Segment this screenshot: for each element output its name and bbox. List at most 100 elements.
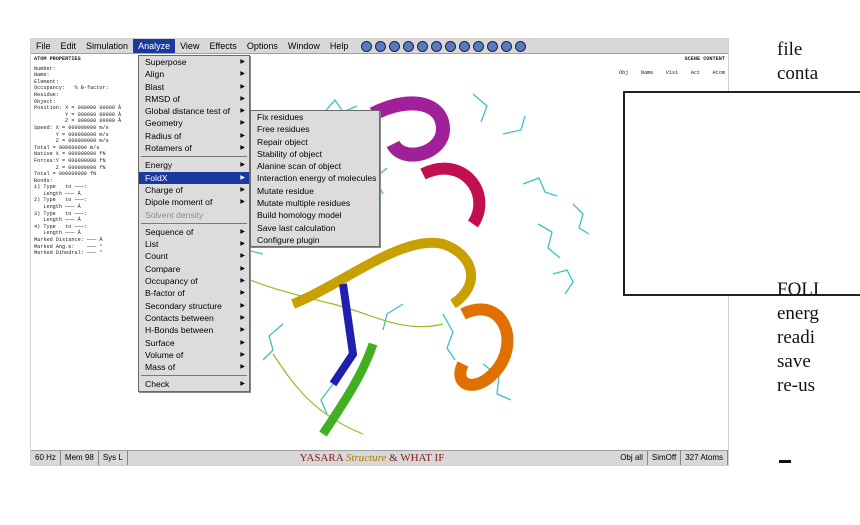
helix-purple bbox=[369, 96, 451, 162]
menu-item-global-distance-test-of[interactable]: Global distance test of bbox=[139, 105, 249, 118]
property-row: Z = 000000000 m/s bbox=[34, 138, 109, 145]
menu-item-surface[interactable]: Surface bbox=[139, 337, 249, 350]
toolbar-icon[interactable] bbox=[487, 40, 499, 52]
foldx-submenu: Fix residues Free residues Repair object St… bbox=[250, 110, 380, 248]
menu-help[interactable]: Help bbox=[325, 39, 354, 53]
toolbar-icon[interactable] bbox=[473, 40, 485, 52]
menu-file[interactable]: File bbox=[31, 39, 56, 53]
menu-window[interactable]: Window bbox=[283, 39, 325, 53]
property-row: Forces:Y = 000000000 fN bbox=[34, 157, 106, 164]
menu-item-occupancy-of[interactable]: Occupancy of bbox=[139, 275, 249, 288]
slide-line bbox=[777, 158, 860, 182]
menu-item-mass-of[interactable]: Mass of bbox=[139, 361, 249, 374]
mem-readout: Mem 98 bbox=[61, 451, 99, 465]
property-row: Marked Dihedral: ——— ° bbox=[34, 250, 103, 257]
property-row: Occupancy: % B-factor: bbox=[34, 85, 109, 92]
menu-item-energy[interactable]: Energy bbox=[139, 159, 249, 172]
toolbar-icon[interactable] bbox=[445, 40, 457, 52]
property-row: Speed: X = 000000000 m/s bbox=[34, 124, 109, 131]
property-row: Marked Ang.e: ——— ° bbox=[34, 243, 103, 250]
menu-item-compare[interactable]: Compare bbox=[139, 263, 249, 276]
slide-line: readi bbox=[777, 327, 815, 348]
menu-analyze[interactable]: Analyze bbox=[133, 39, 176, 53]
slide-line: save bbox=[777, 351, 811, 372]
property-row: Z = 000000 00000 Å bbox=[34, 118, 122, 125]
foldx-item-interaction-energy-of-molecules[interactable]: Interaction energy of molecules bbox=[251, 172, 379, 184]
menu-item-rotamers-of[interactable]: Rotamers of bbox=[139, 142, 249, 155]
menu-item-superpose[interactable]: Superpose bbox=[139, 56, 249, 69]
slide-line bbox=[777, 206, 860, 230]
menu-item-radius-of[interactable]: Radius of bbox=[139, 130, 249, 143]
toolbar-icon[interactable] bbox=[417, 40, 429, 52]
menu-options[interactable]: Options bbox=[242, 39, 283, 53]
menu-edit[interactable]: Edit bbox=[56, 39, 82, 53]
menu-item-check[interactable]: Check bbox=[139, 378, 249, 391]
menu-item-count[interactable]: Count bbox=[139, 250, 249, 263]
menubar: File Edit Simulation Analyze View Effect… bbox=[31, 39, 728, 54]
foldx-item-mutate-residue[interactable]: Mutate residue bbox=[251, 185, 379, 197]
property-row: Native X = 000000000 fN bbox=[34, 151, 106, 158]
bullet-dash bbox=[779, 460, 791, 463]
menu-item-contacts-between[interactable]: Contacts between bbox=[139, 312, 249, 325]
toolbar-icon[interactable] bbox=[431, 40, 443, 52]
menu-item-foldx[interactable]: FoldX bbox=[139, 171, 249, 184]
property-row: Length ——— Å bbox=[34, 217, 81, 224]
fps-readout: 60 Hz bbox=[31, 451, 61, 465]
property-row: Length ——— Å bbox=[34, 204, 81, 211]
slide-line: re-us bbox=[777, 375, 815, 396]
slide-line: file bbox=[777, 39, 803, 60]
property-row: Residue: bbox=[34, 91, 59, 98]
menu-item-secondary-structure[interactable]: Secondary structure bbox=[139, 300, 249, 313]
toolbar-icon[interactable] bbox=[403, 40, 415, 52]
toolbar-icon[interactable] bbox=[361, 40, 373, 52]
foldx-item-repair-object[interactable]: Repair object bbox=[251, 136, 379, 148]
slide-line bbox=[777, 230, 860, 254]
foldx-item-save-last-calculation[interactable]: Save last calculation bbox=[251, 222, 379, 234]
menu-item-sequence-of[interactable]: Sequence of bbox=[139, 226, 249, 239]
menu-item-geometry[interactable]: Geometry bbox=[139, 117, 249, 130]
slide-line bbox=[777, 182, 860, 206]
menu-item-align[interactable]: Align bbox=[139, 68, 249, 81]
helix-yellow bbox=[291, 237, 477, 309]
slide-line bbox=[777, 134, 860, 158]
menu-item-list[interactable]: List bbox=[139, 238, 249, 251]
slide-line: conta bbox=[777, 63, 819, 84]
toolbar-icon[interactable] bbox=[459, 40, 471, 52]
analyze-menu: SuperposeAlignBlastRMSD ofGlobal distanc… bbox=[138, 55, 250, 392]
menu-item-rmsd-of[interactable]: RMSD of bbox=[139, 93, 249, 106]
foldx-item-fix-residues[interactable]: Fix residues bbox=[251, 111, 379, 123]
menu-item-h-bonds-between[interactable]: H-Bonds between bbox=[139, 324, 249, 337]
column-header: Name bbox=[640, 70, 654, 76]
property-row: Z = 000000000 fN bbox=[34, 164, 106, 171]
foldx-item-free-residues[interactable]: Free residues bbox=[251, 123, 379, 135]
menu-item-charge-of[interactable]: Charge of bbox=[139, 184, 249, 197]
toolbar-icon[interactable] bbox=[389, 40, 401, 52]
menu-item-solvent-density: Solvent density bbox=[145, 209, 204, 220]
slide-line: energ bbox=[777, 303, 819, 324]
object-selector[interactable]: Obj all bbox=[616, 451, 648, 465]
slide-line bbox=[777, 110, 860, 134]
menu-view[interactable]: View bbox=[175, 39, 204, 53]
foldx-item-build-homology-model[interactable]: Build homology model bbox=[251, 209, 379, 221]
property-row: Total = 000000000 m/s bbox=[34, 144, 100, 151]
foldx-item-stability-of-object[interactable]: Stability of object bbox=[251, 148, 379, 160]
property-row: Name: bbox=[34, 72, 50, 79]
foldx-item-configure-plugin[interactable]: Configure plugin bbox=[251, 234, 379, 246]
strand-blue bbox=[329, 283, 358, 387]
menu-item-dipole-moment-of[interactable]: Dipole moment of bbox=[139, 196, 249, 209]
menu-simulation[interactable]: Simulation bbox=[81, 39, 133, 53]
menu-item-blast[interactable]: Blast bbox=[139, 81, 249, 94]
toolbar-icon[interactable] bbox=[501, 40, 513, 52]
foldx-item-alanine-scan-of-object[interactable]: Alanine scan of object bbox=[251, 160, 379, 172]
property-row: Length ——— Å bbox=[34, 190, 81, 197]
atom-properties-panel: ATOM PROPERTIES Number: Name: Element: Occu… bbox=[31, 54, 143, 449]
simulation-toggle[interactable]: SimOff bbox=[648, 451, 682, 465]
atom-count: 327 Atoms bbox=[681, 451, 728, 465]
foldx-item-mutate-multiple-residues[interactable]: Mutate multiple residues bbox=[251, 197, 379, 209]
menu-item-volume-of[interactable]: Volume of bbox=[139, 349, 249, 362]
toolbar-icon[interactable] bbox=[375, 40, 387, 52]
toolbar-icon[interactable] bbox=[515, 40, 527, 52]
menu-effects[interactable]: Effects bbox=[204, 39, 241, 53]
menu-item-b-factor-of[interactable]: B-factor of bbox=[139, 287, 249, 300]
property-row: Position: X = 000000 00000 Å bbox=[34, 105, 122, 112]
